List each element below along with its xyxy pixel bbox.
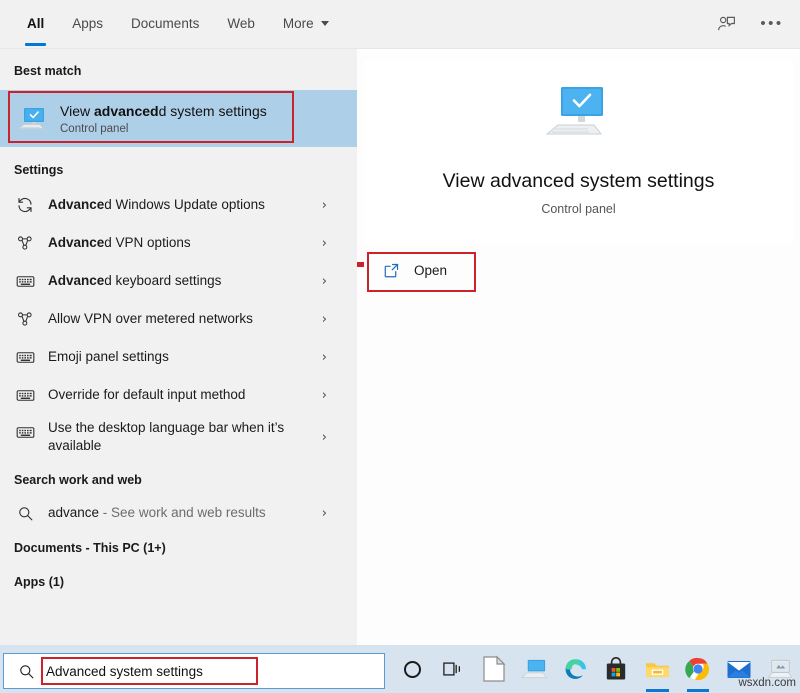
tab-web[interactable]: Web <box>213 0 269 46</box>
best-title-suffix: d system settings <box>159 103 267 119</box>
sync-icon <box>14 194 36 216</box>
settings-heading: Settings <box>0 160 63 180</box>
best-match-row[interactable]: View advancedd system settings Control p… <box>0 90 357 147</box>
settings-item-label: Advanced VPN options <box>48 234 191 252</box>
microsoft-store-icon[interactable] <box>596 645 637 693</box>
chevron-right-icon: › <box>322 199 327 212</box>
preview-subtitle: Control panel <box>541 202 615 216</box>
tab-documents[interactable]: Documents <box>117 0 213 46</box>
monitor-check-icon <box>543 84 615 146</box>
settings-item-advanced-windows-update[interactable]: Advanced Windows Update options › <box>0 190 357 220</box>
best-match-heading: Best match <box>0 60 81 82</box>
settings-item-emoji-panel[interactable]: Emoji panel settings › <box>0 342 357 372</box>
settings-item-label: Advanced Windows Update options <box>48 196 265 214</box>
apps-heading: Apps (1) <box>0 572 64 592</box>
taskbar-search-input[interactable]: Advanced system settings <box>46 664 203 679</box>
settings-item-desktop-language-bar[interactable]: Use the desktop language bar when it’s a… <box>0 413 357 461</box>
chrome-icon[interactable] <box>678 645 719 693</box>
keyboard-icon <box>14 346 36 368</box>
edge-icon[interactable] <box>555 645 596 693</box>
web-search-label: advance - See work and web results <box>48 504 266 522</box>
search-icon <box>18 663 35 680</box>
search-icon <box>14 502 36 524</box>
web-search-heading: Search work and web <box>0 470 142 490</box>
tab-apps[interactable]: Apps <box>58 0 117 46</box>
tab-documents-label: Documents <box>131 16 199 31</box>
tab-list: All Apps Documents Web More <box>0 0 343 46</box>
search-tabbar: All Apps Documents Web More <box>0 0 800 49</box>
tab-all-label: All <box>27 16 44 31</box>
more-options-icon[interactable]: ••• <box>760 11 784 35</box>
chevron-right-icon: › <box>322 507 327 520</box>
open-external-icon <box>383 262 400 279</box>
task-view-icon[interactable] <box>433 645 474 693</box>
keyboard-icon <box>14 384 36 406</box>
best-match-title: View advancedd system settings <box>60 103 267 120</box>
best-match-subtitle: Control panel <box>60 123 267 135</box>
preview-card: View advanced system settings Control pa… <box>364 60 793 243</box>
chevron-right-icon: › <box>322 313 327 326</box>
tabbar-actions: ••• <box>714 0 800 46</box>
best-title-bold: advanced <box>94 103 159 119</box>
search-flyout-root: All Apps Documents Web More <box>0 0 800 693</box>
remote-desktop-icon[interactable] <box>514 645 555 693</box>
chevron-right-icon: › <box>322 351 327 364</box>
tab-apps-label: Apps <box>72 16 103 31</box>
preview-title: View advanced system settings <box>443 170 715 193</box>
taskbar-search-box[interactable]: Advanced system settings <box>3 653 385 689</box>
cortana-icon[interactable] <box>392 645 433 693</box>
settings-item-advanced-keyboard[interactable]: Advanced keyboard settings › <box>0 266 357 296</box>
chevron-down-icon <box>321 21 329 26</box>
annotation-dash <box>357 262 364 267</box>
settings-item-label: Use the desktop language bar when it’s a… <box>48 419 296 455</box>
tab-more[interactable]: More <box>269 0 343 46</box>
vpn-icon <box>14 308 36 330</box>
settings-item-label: Override for default input method <box>48 386 245 404</box>
settings-item-label: Allow VPN over metered networks <box>48 310 253 328</box>
chevron-right-icon: › <box>322 237 327 250</box>
settings-item-override-input-method[interactable]: Override for default input method › <box>0 380 357 410</box>
search-flyout: All Apps Documents Web More <box>0 0 800 645</box>
keyboard-icon <box>14 421 36 443</box>
settings-item-label: Emoji panel settings <box>48 348 169 366</box>
libreoffice-icon[interactable] <box>474 645 515 693</box>
settings-item-advanced-vpn[interactable]: Advanced VPN options › <box>0 228 357 258</box>
tab-more-label: More <box>283 16 314 31</box>
vpn-icon <box>14 232 36 254</box>
web-search-item[interactable]: advance - See work and web results › <box>0 498 357 528</box>
open-button[interactable]: Open <box>371 254 471 287</box>
tab-web-label: Web <box>227 16 255 31</box>
watermark: wsxdn.com <box>738 677 796 689</box>
settings-item-label: Advanced keyboard settings <box>48 272 221 290</box>
chevron-right-icon: › <box>322 275 327 288</box>
tab-all[interactable]: All <box>13 0 58 46</box>
best-match-text: View advancedd system settings Control p… <box>60 103 267 135</box>
settings-item-allow-vpn-metered[interactable]: Allow VPN over metered networks › <box>0 304 357 334</box>
file-explorer-icon[interactable] <box>637 645 678 693</box>
documents-heading: Documents - This PC (1+) <box>0 538 166 558</box>
best-title-prefix: View <box>60 103 94 119</box>
feedback-icon[interactable] <box>714 11 738 35</box>
keyboard-icon <box>14 270 36 292</box>
chevron-right-icon: › <box>322 431 327 444</box>
chevron-right-icon: › <box>322 389 327 402</box>
monitor-check-icon <box>16 103 48 135</box>
open-button-label: Open <box>414 263 447 278</box>
